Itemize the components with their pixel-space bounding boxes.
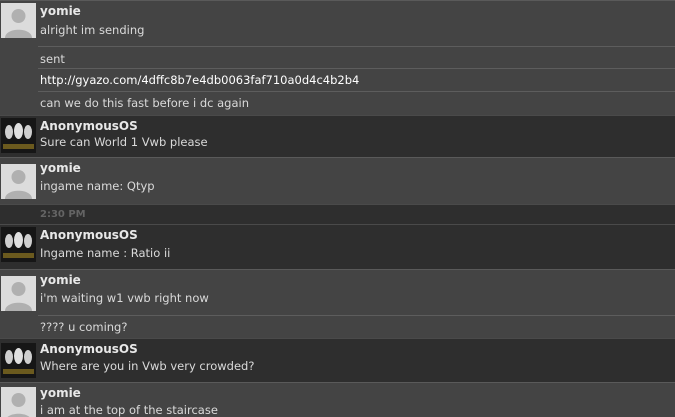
message-text: ingame name: Qtyp bbox=[40, 179, 155, 193]
sender-name[interactable]: yomie bbox=[40, 273, 81, 287]
message-text: http://gyazo.com/4dffc8b7e4db0063faf710a… bbox=[40, 73, 359, 87]
message-divider bbox=[38, 46, 675, 47]
message-text: Where are you in Vwb very crowded? bbox=[40, 359, 255, 373]
message-group: yomie ingame name: Qtyp bbox=[0, 157, 675, 204]
sender-name[interactable]: AnonymousOS bbox=[40, 119, 138, 133]
user-silhouette-icon bbox=[1, 164, 36, 199]
message-group: AnonymousOS Where are you in Vwb very cr… bbox=[0, 338, 675, 382]
message-text: ???? u coming? bbox=[40, 320, 128, 334]
message-divider bbox=[38, 315, 675, 316]
chat-log: yomie alright im sending sent http://gya… bbox=[0, 0, 675, 417]
message-text: i am at the top of the staircase bbox=[40, 403, 218, 417]
sender-name[interactable]: AnonymousOS bbox=[40, 228, 138, 242]
message-group: yomie alright im sending sent http://gya… bbox=[0, 0, 675, 115]
guy-fawkes-mask-icon bbox=[1, 343, 36, 378]
guy-fawkes-mask-icon bbox=[1, 118, 36, 153]
message-divider bbox=[38, 91, 675, 92]
avatar[interactable] bbox=[1, 387, 36, 417]
message-group: AnonymousOS Ingame name : Ratio ii bbox=[0, 224, 675, 269]
avatar[interactable] bbox=[1, 343, 36, 378]
avatar[interactable] bbox=[1, 164, 36, 199]
avatar[interactable] bbox=[1, 118, 36, 153]
avatar[interactable] bbox=[1, 227, 36, 262]
avatar[interactable] bbox=[1, 3, 36, 38]
avatar[interactable] bbox=[1, 276, 36, 311]
message-text: sent bbox=[40, 52, 65, 66]
user-silhouette-icon bbox=[1, 276, 36, 311]
message-link[interactable]: http://gyazo.com/4dffc8b7e4db0063faf710a… bbox=[40, 73, 359, 87]
user-silhouette-icon bbox=[1, 387, 36, 417]
message-divider bbox=[38, 68, 675, 69]
message-group: yomie i am at the top of the staircase bbox=[0, 382, 675, 417]
message-text: Ingame name : Ratio ii bbox=[40, 246, 171, 260]
message-group: AnonymousOS Sure can World 1 Vwb please bbox=[0, 115, 675, 157]
timestamp-row: 2:30 PM bbox=[0, 204, 675, 224]
timestamp: 2:30 PM bbox=[40, 209, 86, 220]
sender-name[interactable]: yomie bbox=[40, 386, 81, 400]
message-text: alright im sending bbox=[40, 23, 145, 37]
sender-name[interactable]: yomie bbox=[40, 4, 81, 18]
message-text: can we do this fast before i dc again bbox=[40, 96, 250, 110]
message-group: yomie i'm waiting w1 vwb right now ???? … bbox=[0, 269, 675, 338]
user-silhouette-icon bbox=[1, 3, 36, 38]
guy-fawkes-mask-icon bbox=[1, 227, 36, 262]
message-text: Sure can World 1 Vwb please bbox=[40, 135, 208, 149]
message-text: i'm waiting w1 vwb right now bbox=[40, 291, 209, 305]
sender-name[interactable]: yomie bbox=[40, 161, 81, 175]
sender-name[interactable]: AnonymousOS bbox=[40, 342, 138, 356]
